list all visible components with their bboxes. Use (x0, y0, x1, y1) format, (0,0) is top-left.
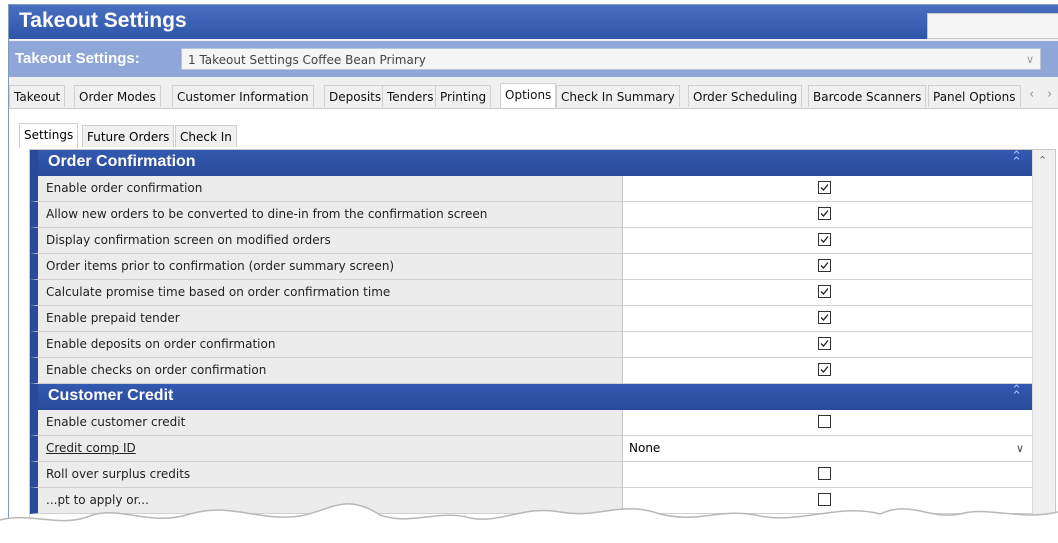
credit-comp-id-dropdown[interactable]: None (629, 436, 660, 461)
setting-row: Enable order confirmation (30, 176, 1032, 202)
setting-value (623, 332, 1032, 357)
setting-label: Enable prepaid tender (38, 306, 623, 331)
section-header-order-confirmation[interactable]: Order Confirmation ⌃ ⌃ (30, 150, 1032, 176)
collapse-chevron-icon[interactable]: ⌃ ⌃ (1011, 150, 1022, 169)
setting-row: Roll over surplus credits (30, 462, 1032, 488)
tab-scroll-left-icon[interactable]: ‹ (1029, 87, 1034, 102)
tab-options[interactable]: Options (500, 83, 557, 108)
section-header-customer-credit[interactable]: Customer Credit ⌃ ⌃ (30, 384, 1032, 410)
title-bar: Takeout Settings (9, 5, 1058, 39)
setting-row: Allow new orders to be converted to dine… (30, 202, 1032, 228)
window-title: Takeout Settings (19, 9, 187, 32)
setting-value (623, 176, 1032, 201)
tab-customer-information[interactable]: Customer Information (172, 85, 314, 107)
setting-row: Enable customer credit (30, 410, 1032, 436)
setting-value (623, 228, 1032, 253)
setting-value (623, 462, 1032, 487)
setting-label: ...pt to apply or... (38, 488, 623, 513)
tab-order-scheduling[interactable]: Order Scheduling (688, 85, 803, 107)
subtab-check-in[interactable]: Check In (175, 125, 237, 147)
title-bar-search-box[interactable] (927, 13, 1058, 39)
section-title: Order Confirmation (48, 153, 196, 170)
setting-row: Enable checks on order confirmation (30, 358, 1032, 384)
setting-label: Enable checks on order confirmation (38, 358, 623, 383)
subtab-settings[interactable]: Settings (19, 123, 79, 148)
setting-value (623, 254, 1032, 279)
setting-value (623, 358, 1032, 383)
checked-checkbox[interactable] (818, 337, 831, 350)
settings-panel: Order Confirmation ⌃ ⌃ Enable order confirm… (29, 149, 1056, 525)
setting-label: Order items prior to confirmation (order… (38, 254, 623, 279)
section-title: Customer Credit (48, 387, 174, 404)
setting-row: Credit comp ID None ∨ (30, 436, 1032, 462)
checked-checkbox[interactable] (818, 259, 831, 272)
checked-checkbox[interactable] (818, 363, 831, 376)
settings-selector-label: Takeout Settings: (15, 50, 140, 67)
setting-label: Calculate promise time based on order co… (38, 280, 623, 305)
checked-checkbox[interactable] (818, 285, 831, 298)
setting-value (623, 306, 1032, 331)
unchecked-checkbox[interactable] (818, 467, 831, 480)
vertical-scrollbar[interactable]: ⌃ (1032, 150, 1055, 525)
settings-selector-dropdown[interactable]: 1 Takeout Settings Coffee Bean Primary ∨ (181, 48, 1041, 70)
tab-deposits[interactable]: Deposits (324, 85, 387, 107)
setting-label[interactable]: Credit comp ID (38, 436, 623, 461)
settings-selector-value: 1 Takeout Settings Coffee Bean Primary (188, 53, 426, 67)
settings-selector-bar: Takeout Settings: 1 Takeout Settings Cof… (9, 41, 1058, 77)
setting-row: Display confirmation screen on modified … (30, 228, 1032, 254)
setting-label: Enable order confirmation (38, 176, 623, 201)
scroll-up-arrow-icon[interactable]: ⌃ (1038, 154, 1047, 167)
takeout-settings-window: Takeout Settings Takeout Settings: 1 Tak… (8, 4, 1058, 526)
tab-tenders[interactable]: Tenders (382, 85, 439, 107)
tab-order-modes[interactable]: Order Modes (74, 85, 161, 107)
setting-label: Display confirmation screen on modified … (38, 228, 623, 253)
main-tab-strip: Takeout Order Modes Customer Information De… (9, 83, 1058, 109)
setting-row: ...pt to apply or... (30, 488, 1032, 514)
unchecked-checkbox[interactable] (818, 415, 831, 428)
setting-value (623, 202, 1032, 227)
checked-checkbox[interactable] (818, 181, 831, 194)
unchecked-checkbox[interactable] (818, 493, 831, 506)
tab-scroll-right-icon[interactable]: › (1047, 87, 1052, 102)
setting-row: Enable deposits on order confirmation (30, 332, 1032, 358)
setting-value: None ∨ (623, 436, 1032, 461)
subtab-future-orders[interactable]: Future Orders (82, 125, 175, 147)
checked-checkbox[interactable] (818, 311, 831, 324)
tab-panel-options[interactable]: Panel Options (928, 85, 1021, 107)
chevron-down-icon: ∨ (1025, 53, 1034, 66)
setting-label: Enable customer credit (38, 410, 623, 435)
chevron-down-icon[interactable]: ∨ (1016, 436, 1024, 461)
collapse-chevron-icon[interactable]: ⌃ ⌃ (1011, 384, 1022, 403)
tab-barcode-scanners[interactable]: Barcode Scanners (808, 85, 927, 107)
setting-row: Order items prior to confirmation (order… (30, 254, 1032, 280)
setting-label: Allow new orders to be converted to dine… (38, 202, 623, 227)
setting-value (623, 488, 1032, 513)
setting-row: Calculate promise time based on order co… (30, 280, 1032, 306)
setting-row: Enable prepaid tender (30, 306, 1032, 332)
setting-label: Enable deposits on order confirmation (38, 332, 623, 357)
tab-printing[interactable]: Printing (435, 85, 492, 107)
tab-takeout[interactable]: Takeout (9, 85, 66, 107)
checked-checkbox[interactable] (818, 207, 831, 220)
property-grid: Order Confirmation ⌃ ⌃ Enable order confirm… (30, 150, 1032, 514)
setting-label: Roll over surplus credits (38, 462, 623, 487)
checked-checkbox[interactable] (818, 233, 831, 246)
tab-check-in-summary[interactable]: Check In Summary (556, 85, 680, 107)
setting-value (623, 410, 1032, 435)
tab-content: Settings Future Orders Check In Order Conf… (9, 108, 1058, 525)
setting-value (623, 280, 1032, 305)
